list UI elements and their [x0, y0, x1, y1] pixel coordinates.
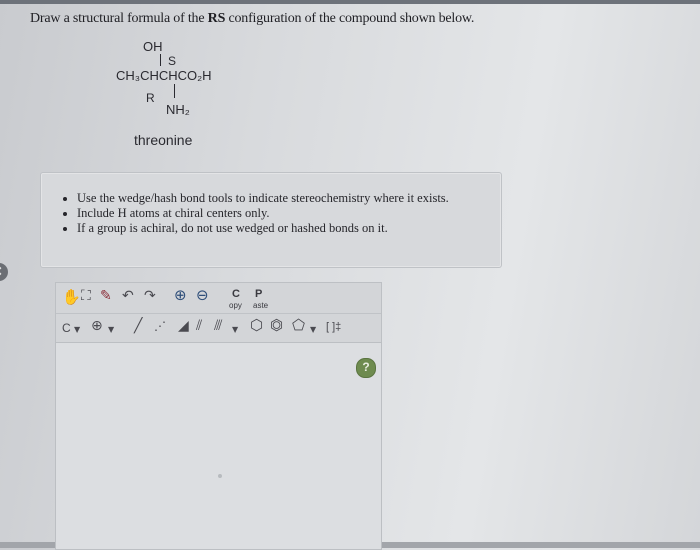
- stereo-label-s: S: [168, 54, 177, 68]
- drawing-canvas[interactable]: [55, 342, 382, 550]
- hexagon-ring-icon[interactable]: ⬡: [250, 318, 263, 333]
- zoom-out-icon[interactable]: ⊖: [196, 288, 209, 303]
- paste-button-label[interactable]: aste: [253, 301, 268, 310]
- instructions-box: Use the wedge/hash bond tools to indicat…: [40, 172, 502, 268]
- threonine-structure: OH S CH₃CHCHCO₂H R NH₂ threonine: [110, 36, 280, 156]
- carbon-chain: CH₃CHCHCO₂H: [116, 68, 212, 83]
- hash-bond-icon[interactable]: ⋰: [154, 319, 166, 333]
- benzene-ring-icon[interactable]: ⏣: [270, 318, 283, 333]
- compound-name: threonine: [134, 132, 193, 148]
- bond-line: [174, 84, 175, 98]
- prompt-text: Draw a structural formula of the: [30, 11, 208, 26]
- triple-bond-icon[interactable]: ⫻: [214, 319, 222, 333]
- double-bond-icon[interactable]: ⫽: [196, 319, 202, 333]
- bond-line: [160, 54, 161, 66]
- element-select[interactable]: C: [62, 321, 71, 335]
- hand-pan-icon[interactable]: ✋: [62, 290, 81, 305]
- bracket-tool[interactable]: [ ]‡: [326, 320, 341, 334]
- zoom-in-icon[interactable]: ⊕: [174, 288, 187, 303]
- undo-icon[interactable]: ↶: [122, 289, 134, 303]
- photo-edge: [0, 0, 700, 4]
- stereo-label-r: R: [146, 91, 155, 105]
- single-bond-icon[interactable]: ╱: [134, 319, 142, 333]
- redo-icon[interactable]: ↷: [144, 289, 156, 303]
- expand-panel-tab[interactable]: [0, 263, 8, 281]
- wedge-bond-icon[interactable]: ◢: [178, 319, 189, 333]
- instructions-list: Use the wedge/hash bond tools to indicat…: [63, 191, 501, 236]
- chevron-down-icon[interactable]: ▼: [310, 323, 316, 337]
- help-button[interactable]: ?: [356, 358, 376, 378]
- chevron-down-icon[interactable]: ▼: [108, 323, 114, 337]
- charge-plus-icon[interactable]: ⊕: [91, 319, 103, 333]
- amine-label: NH₂: [166, 102, 190, 117]
- copy-button-label[interactable]: opy: [229, 301, 242, 310]
- hydroxyl-label: OH: [143, 39, 163, 54]
- chevron-down-icon[interactable]: ▼: [74, 323, 80, 337]
- canvas-cursor-dot: [218, 474, 222, 478]
- pentagon-ring-icon[interactable]: ⬠: [292, 318, 305, 333]
- chevron-down-icon[interactable]: ▼: [232, 323, 238, 337]
- question-prompt: Draw a structural formula of the RS conf…: [30, 11, 474, 27]
- help-icon: ?: [362, 360, 370, 374]
- prompt-text-end: configuration of the compound shown belo…: [225, 11, 475, 26]
- eraser-icon[interactable]: ✎: [100, 289, 112, 303]
- instruction-item: Use the wedge/hash bond tools to indicat…: [77, 191, 501, 206]
- instruction-item: Include H atoms at chiral centers only.: [77, 206, 501, 221]
- paste-button-letter[interactable]: P: [255, 288, 262, 300]
- prompt-emphasis: RS: [207, 11, 226, 26]
- lasso-icon[interactable]: ⛶: [81, 289, 91, 303]
- copy-button-letter[interactable]: C: [232, 288, 240, 300]
- drawing-toolbar: ✋ ⛶ ✎ ↶ ↷ ⊕ ⊖ C opy P aste C ▼ ⊕ ▼ ╱ ⋰ ◢…: [55, 282, 382, 344]
- instruction-item: If a group is achiral, do not use wedged…: [77, 221, 501, 236]
- toolbar-divider: [56, 313, 381, 314]
